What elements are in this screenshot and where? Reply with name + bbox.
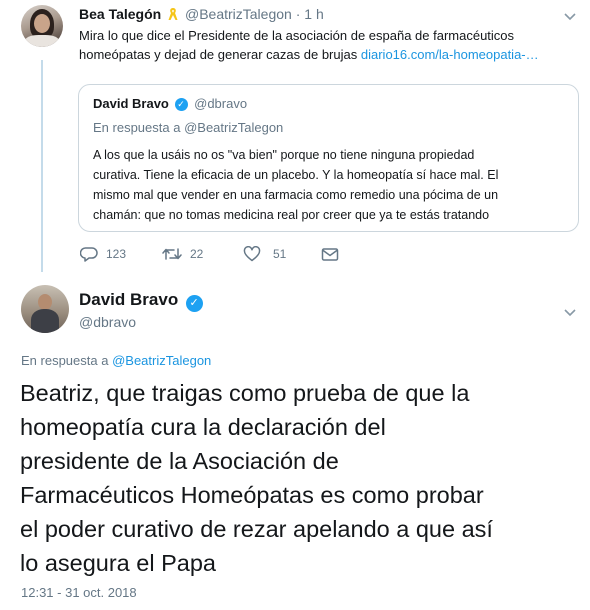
main-text-line: el poder curativo de rezar apelando a qu… xyxy=(20,516,493,542)
like-button[interactable]: 51 xyxy=(243,246,286,262)
reply-prefix: En respuesta a xyxy=(21,353,109,368)
avatar-david[interactable] xyxy=(21,285,69,333)
article-link[interactable]: diario16.com/la-homeopatia-… xyxy=(361,47,539,62)
retweet-count: 22 xyxy=(190,247,204,261)
yellow-ribbon-icon xyxy=(167,7,179,21)
tweet-header: Bea Talegón @BeatrizTalegon · 1 h xyxy=(79,5,324,23)
quoted-tweet[interactable]: David Bravo ✓ @dbravo En respuesta a @Be… xyxy=(78,84,579,232)
reply-count: 123 xyxy=(106,247,127,261)
tweet-timestamp[interactable]: 12:31 - 31 oct. 2018 xyxy=(21,585,137,600)
quoted-text-line: mismo mal que vender en una farmacia com… xyxy=(93,188,499,202)
author-handle[interactable]: @BeatrizTalegon xyxy=(185,6,292,22)
main-text-line: Farmacéuticos Homeópatas es como probar xyxy=(20,482,484,508)
verified-icon: ✓ xyxy=(185,295,203,312)
main-tweet-text: Beatriz, que traigas como prueba de que … xyxy=(20,376,580,580)
like-count: 51 xyxy=(273,247,287,261)
envelope-icon xyxy=(321,248,339,261)
chevron-down-icon[interactable] xyxy=(563,305,577,323)
chevron-down-icon[interactable] xyxy=(563,9,577,27)
reply-icon xyxy=(80,247,98,262)
main-author-handle[interactable]: @dbravo xyxy=(79,314,136,330)
quoted-header: David Bravo ✓ @dbravo xyxy=(93,96,248,112)
separator: · xyxy=(295,6,301,22)
retweet-button[interactable]: 22 xyxy=(162,246,203,262)
tweet-time[interactable]: 1 h xyxy=(304,6,323,22)
main-reply-to: En respuesta a @BeatrizTalegon xyxy=(21,353,211,368)
main-text-line: presidente de la Asociación de xyxy=(20,448,339,474)
author-name[interactable]: Bea Talegón xyxy=(79,6,161,22)
quoted-text-line: curativa. Tiene la eficacia de un placeb… xyxy=(93,168,499,182)
quoted-author-name: David Bravo xyxy=(93,96,169,111)
tweet-text-line: Mira lo que dice el Presidente de la aso… xyxy=(79,28,515,43)
quoted-text-line: chamán: que no tomas medicina real por c… xyxy=(93,208,490,222)
reply-button[interactable]: 123 xyxy=(80,246,126,262)
main-text-line: Beatriz, que traigas como prueba de que … xyxy=(20,380,470,406)
main-text-line: lo asegura el Papa xyxy=(20,550,216,576)
reply-handle: @BeatrizTalegon xyxy=(184,120,284,135)
quoted-text-line: A los que la usáis no os "va bien" porqu… xyxy=(93,148,475,162)
main-author-name[interactable]: David Bravo xyxy=(79,290,178,309)
avatar-bea[interactable] xyxy=(21,5,63,47)
heart-icon xyxy=(243,246,261,262)
direct-message-button[interactable] xyxy=(321,246,347,262)
retweet-icon xyxy=(162,248,182,260)
reply-handle-link[interactable]: @BeatrizTalegon xyxy=(112,353,211,368)
quoted-text: A los que la usáis no os "va bien" porqu… xyxy=(93,145,573,225)
tweet-text-segment: homeópatas y dejad de generar cazas de b… xyxy=(79,47,358,62)
verified-icon: ✓ xyxy=(174,98,188,112)
thread-line xyxy=(41,60,43,272)
reply-prefix: En respuesta a xyxy=(93,120,181,135)
tweet-text: Mira lo que dice el Presidente de la aso… xyxy=(79,26,579,64)
quoted-reply-to: En respuesta a @BeatrizTalegon xyxy=(93,120,283,135)
tweet-text-line: homeópatas y dejad de generar cazas de b… xyxy=(79,45,579,64)
quoted-author-handle: @dbravo xyxy=(194,96,248,111)
main-text-line: homeopatía cura la declaración del xyxy=(20,414,386,440)
main-author: David Bravo ✓ xyxy=(79,290,203,312)
